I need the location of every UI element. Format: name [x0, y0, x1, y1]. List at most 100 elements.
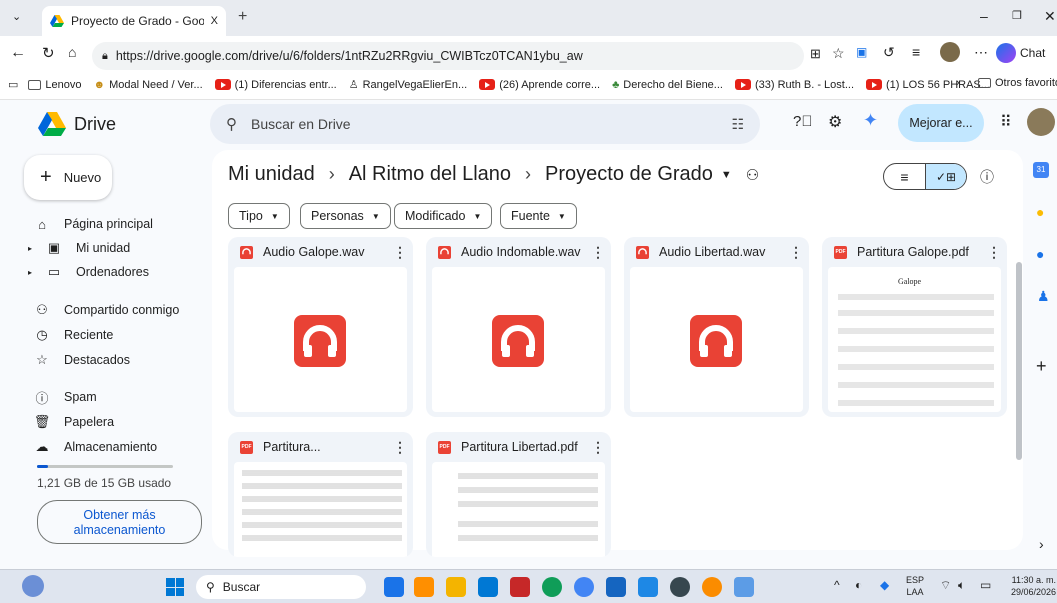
expand-arrow-icon[interactable]: ▸: [28, 268, 32, 277]
windows-start-icon[interactable]: [166, 578, 184, 596]
nav-my-drive[interactable]: ▸ ▣ Mi unidad: [28, 237, 130, 259]
more-menu-icon[interactable]: ⋯: [974, 44, 988, 61]
get-more-storage-button[interactable]: Obtener más almacenamiento: [37, 500, 202, 544]
bookmarks-chevron-icon[interactable]: ›: [956, 77, 960, 89]
home-icon[interactable]: ⌂: [68, 44, 76, 60]
copilot-app-icon[interactable]: [414, 577, 434, 597]
breadcrumb-folder[interactable]: Al Ritmo del Llano: [349, 163, 511, 186]
more-actions-icon[interactable]: ⋮: [789, 244, 803, 261]
new-button[interactable]: + Nuevo: [24, 155, 112, 200]
tasks-icon[interactable]: ●: [1036, 246, 1044, 262]
nav-starred[interactable]: ☆ Destacados: [34, 349, 130, 371]
nav-storage[interactable]: ☁︎ Almacenamiento: [34, 436, 158, 458]
app-icon[interactable]: [702, 577, 722, 597]
keep-icon[interactable]: ●: [1036, 204, 1044, 220]
chat-label[interactable]: Chat: [1020, 46, 1045, 60]
weather-widget-icon[interactable]: [22, 575, 44, 597]
volume-icon[interactable]: 🔈︎: [958, 578, 965, 593]
clock[interactable]: 11:30 a. m. 29/06/2026: [1002, 574, 1056, 598]
upgrade-button[interactable]: Mejorar e...: [898, 104, 984, 142]
calendar-icon[interactable]: 31: [1033, 162, 1049, 178]
grid-view-button[interactable]: ✓⊞: [924, 164, 966, 189]
profile-avatar[interactable]: [940, 42, 960, 62]
file-explorer-icon[interactable]: [446, 577, 466, 597]
bookmark-1[interactable]: Lenovo: [28, 79, 82, 91]
close-window-icon[interactable]: ✕: [1044, 8, 1056, 25]
bookmark-2[interactable]: ☻ Modal Need / Ver...: [94, 79, 203, 91]
search-icon[interactable]: ⚲: [226, 115, 237, 133]
chrome-icon[interactable]: [574, 577, 594, 597]
breadcrumb-my-drive[interactable]: Mi unidad: [228, 163, 315, 186]
reading-list-icon[interactable]: ▭: [8, 78, 18, 91]
file-card[interactable]: PDF Partitura Libertad.pdf ⋮: [426, 432, 611, 557]
more-actions-icon[interactable]: ⋮: [591, 439, 605, 456]
contacts-icon[interactable]: ♟: [1037, 288, 1050, 305]
folder-menu-chevron-icon[interactable]: ▼: [721, 169, 732, 181]
file-card[interactable]: PDF Partitura... ⋮: [228, 432, 413, 557]
breadcrumb-current[interactable]: Proyecto de Grado: [545, 163, 713, 186]
file-card[interactable]: Audio Libertad.wav ⋮: [624, 237, 809, 417]
bookmark-8[interactable]: (1) LOS 56 PHRAS...: [866, 79, 990, 91]
panel-collapse-chevron-icon[interactable]: ›: [1039, 536, 1044, 552]
search-options-icon[interactable]: ☷: [731, 116, 744, 133]
filter-source[interactable]: Fuente ▼: [500, 203, 577, 229]
collections-icon[interactable]: ≡: [912, 44, 920, 60]
scrollbar[interactable]: [1016, 262, 1022, 460]
url-bar[interactable]: 🔒︎ https://drive.google.com/drive/u/6/fo…: [92, 42, 804, 70]
favorite-star-icon[interactable]: ☆: [832, 45, 845, 62]
reload-icon[interactable]: ↻: [42, 44, 55, 62]
bookmark-3[interactable]: (1) Diferencias entr...: [214, 79, 337, 91]
edge-browser-icon[interactable]: [542, 577, 562, 597]
filter-people[interactable]: Personas ▼: [300, 203, 391, 229]
settings-gear-icon[interactable]: ⚙: [828, 112, 842, 132]
mcafee-icon[interactable]: [510, 577, 530, 597]
tray-app-icon[interactable]: ◆: [880, 578, 889, 592]
filter-type[interactable]: Tipo ▼: [228, 203, 290, 229]
photos-icon[interactable]: [734, 577, 754, 597]
gemini-icon[interactable]: ✦: [863, 110, 878, 131]
nav-shared[interactable]: ⚇ Compartido conmigo: [34, 299, 179, 321]
apps-icon[interactable]: ⊞: [810, 46, 821, 62]
tab-list-chevron-icon[interactable]: ⌄: [12, 10, 21, 23]
drive-logo-icon[interactable]: [38, 112, 66, 136]
new-tab-icon[interactable]: +: [238, 8, 247, 26]
bookmark-4[interactable]: ♙ RangelVegaElierEn...: [349, 78, 467, 92]
store-icon[interactable]: [478, 577, 498, 597]
nav-home[interactable]: ⌂ Página principal: [34, 213, 153, 235]
task-view-icon[interactable]: [384, 577, 404, 597]
tray-chevron-icon[interactable]: ^: [834, 578, 840, 592]
app-icon[interactable]: [670, 577, 690, 597]
battery-icon[interactable]: ▭: [980, 578, 991, 592]
other-favorites[interactable]: Otros favoritos: [978, 77, 1057, 89]
nav-spam[interactable]: ⓘ Spam: [34, 386, 96, 408]
expand-arrow-icon[interactable]: ▸: [28, 244, 32, 253]
browser-tab[interactable]: Proyecto de Grado - Google Drive X: [42, 6, 226, 36]
filter-modified[interactable]: Modificado ▼: [394, 203, 493, 229]
bookmark-5[interactable]: (26) Aprende corre...: [479, 79, 600, 91]
extension-icon[interactable]: ▣: [856, 45, 867, 59]
taskbar-search[interactable]: ⚲ Buscar: [196, 575, 366, 599]
more-actions-icon[interactable]: ⋮: [393, 439, 407, 456]
search-bar[interactable]: ⚲ Buscar en Drive ☷: [210, 104, 760, 144]
file-card[interactable]: Audio Galope.wav ⋮: [228, 237, 413, 417]
copilot-icon[interactable]: [996, 43, 1016, 63]
refresh-extension-icon[interactable]: ↺: [883, 44, 895, 61]
restore-icon[interactable]: ❐: [1012, 9, 1022, 22]
minimize-icon[interactable]: –: [980, 8, 988, 24]
add-addon-icon[interactable]: +: [1036, 356, 1047, 377]
nav-computers[interactable]: ▸ ▭ Ordenadores: [28, 261, 149, 283]
apps-grid-icon[interactable]: ⠿: [1000, 112, 1012, 132]
more-actions-icon[interactable]: ⋮: [591, 244, 605, 261]
app-icon[interactable]: [606, 577, 626, 597]
tray-app-icon[interactable]: ◐: [855, 578, 862, 592]
nav-trash[interactable]: 🗑︎ Papelera: [34, 411, 114, 433]
more-actions-icon[interactable]: ⋮: [393, 244, 407, 261]
help-icon[interactable]: ?⃝: [793, 113, 813, 130]
wifi-icon[interactable]: ⌔: [940, 578, 951, 593]
details-info-icon[interactable]: ⓘ: [980, 167, 994, 187]
tab-close-icon[interactable]: X: [211, 15, 218, 27]
more-actions-icon[interactable]: ⋮: [987, 244, 1001, 261]
file-card[interactable]: PDF Partitura Galope.pdf ⋮ Galope: [822, 237, 1007, 417]
list-view-button[interactable]: ≡: [884, 164, 925, 189]
site-info-icon[interactable]: 🔒︎: [102, 50, 108, 63]
